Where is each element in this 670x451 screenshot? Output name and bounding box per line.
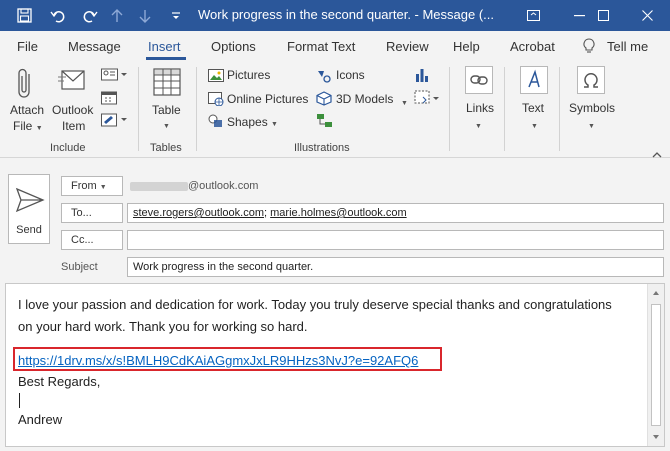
screenshot-icon[interactable] <box>414 90 442 111</box>
shapes-label[interactable]: Shapes ▼ <box>227 115 278 129</box>
to-button[interactable]: To... <box>61 203 123 223</box>
tab-format-text[interactable]: Format Text <box>287 39 355 54</box>
group-include-label: Include <box>50 142 86 154</box>
tab-help[interactable]: Help <box>453 39 480 54</box>
symbols-dropdown-icon[interactable]: ▼ <box>588 117 595 131</box>
close-button[interactable] <box>624 0 670 31</box>
scrollbar-thumb[interactable] <box>651 304 661 426</box>
from-address: @outlook.com <box>130 180 258 192</box>
closing-text: Best Regards, <box>18 374 101 389</box>
icons-label[interactable]: Icons <box>336 68 365 82</box>
links-label[interactable]: Links <box>466 101 494 115</box>
cc-button[interactable]: Cc... <box>61 230 123 250</box>
ribbon-display-options-icon[interactable] <box>510 0 556 31</box>
smartart-icon[interactable] <box>316 113 333 133</box>
group-separator <box>559 67 560 151</box>
subject-field[interactable]: Work progress in the second quarter. <box>127 257 664 277</box>
icons-icon[interactable] <box>316 69 332 88</box>
online-pictures-icon[interactable] <box>208 92 224 111</box>
business-card-icon[interactable] <box>101 68 127 87</box>
text-icon[interactable] <box>520 66 548 94</box>
text-label[interactable]: Text <box>522 101 544 115</box>
recipient-1[interactable]: steve.rogers@outlook.com <box>133 207 264 219</box>
arrow-up-icon[interactable] <box>108 0 126 31</box>
redo-icon[interactable] <box>80 0 100 31</box>
send-icon <box>15 187 45 213</box>
symbols-label[interactable]: Symbols <box>569 101 615 115</box>
scroll-up-icon[interactable] <box>652 290 660 296</box>
recipient-2[interactable]: marie.holmes@outlook.com <box>270 207 407 219</box>
to-field[interactable]: steve.rogers@outlook.com; marie.holmes@o… <box>127 203 664 223</box>
table-label[interactable]: Table <box>152 103 181 117</box>
group-separator <box>449 67 450 151</box>
group-illustrations-label: Illustrations <box>294 142 350 154</box>
shapes-icon[interactable] <box>208 114 224 133</box>
3d-models-dropdown-icon[interactable]: ▼ <box>401 94 408 108</box>
title-bar: Work progress in the second quarter. - M… <box>0 0 670 31</box>
group-separator <box>504 67 505 151</box>
online-pictures-label[interactable]: Online Pictures <box>227 92 308 106</box>
tab-message[interactable]: Message <box>68 39 121 54</box>
from-button[interactable]: From ▼ <box>61 176 123 196</box>
customize-quick-access-icon[interactable] <box>168 0 184 31</box>
save-icon[interactable] <box>14 0 34 31</box>
pictures-icon[interactable] <box>208 69 224 87</box>
subject-label: Subject <box>61 261 98 273</box>
chart-icon[interactable] <box>414 67 430 88</box>
table-icon[interactable] <box>153 68 181 101</box>
active-tab-indicator <box>146 57 186 60</box>
maximize-button[interactable] <box>580 0 626 31</box>
send-button[interactable]: Send <box>8 174 50 244</box>
cc-field[interactable] <box>127 230 664 250</box>
outlook-item-label[interactable]: Outlook <box>52 103 93 117</box>
arrow-down-icon[interactable] <box>136 0 154 31</box>
group-separator <box>138 67 139 151</box>
group-separator <box>196 67 197 151</box>
tab-file[interactable]: File <box>17 39 38 54</box>
signature-name: Andrew <box>18 412 63 427</box>
omega-icon[interactable] <box>577 66 605 94</box>
link-icon[interactable] <box>465 66 493 94</box>
text-cursor <box>19 393 20 408</box>
tab-tell-me[interactable]: Tell me <box>607 39 648 54</box>
3d-models-icon[interactable] <box>316 91 332 111</box>
signature-icon[interactable] <box>101 112 129 132</box>
pictures-label[interactable]: Pictures <box>227 68 270 82</box>
tab-options[interactable]: Options <box>211 39 256 54</box>
onedrive-link[interactable]: https://1drv.ms/x/s!BMLH9CdKAiAGgmxJxLR9… <box>18 353 418 368</box>
undo-icon[interactable] <box>48 0 68 31</box>
tab-review[interactable]: Review <box>386 39 429 54</box>
message-header: Send From ▼ @outlook.com To... steve.rog… <box>0 158 670 282</box>
body-paragraph-line-1: I love your passion and dedication for w… <box>18 297 612 312</box>
ribbon-tabs: File Message Insert Options Format Text … <box>0 31 670 61</box>
attach-file-sub[interactable]: File ▼ <box>13 119 43 133</box>
attach-file-label[interactable]: Attach <box>10 103 44 117</box>
group-tables-label: Tables <box>150 142 182 154</box>
scroll-down-icon[interactable] <box>652 434 660 440</box>
window-title: Work progress in the second quarter. - M… <box>198 7 495 22</box>
ribbon: Attach File ▼ Outlook Item Include Table… <box>0 61 670 158</box>
lightbulb-icon <box>583 38 595 59</box>
send-label: Send <box>16 224 42 236</box>
outlook-item-sub[interactable]: Item <box>62 119 85 133</box>
attach-file-icon[interactable] <box>16 68 36 105</box>
table-dropdown-icon[interactable]: ▼ <box>163 117 170 131</box>
redacted-username <box>130 181 188 191</box>
message-body[interactable]: I love your passion and dedication for w… <box>5 283 665 447</box>
from-label: From <box>71 180 97 192</box>
3d-models-label[interactable]: 3D Models <box>336 92 393 106</box>
calendar-icon[interactable] <box>101 90 117 110</box>
body-paragraph-line-2: on your hard work. Thank you for working… <box>18 319 308 334</box>
outlook-item-icon[interactable] <box>56 67 90 102</box>
links-dropdown-icon[interactable]: ▼ <box>475 117 482 131</box>
tab-insert[interactable]: Insert <box>148 39 181 54</box>
vertical-scrollbar[interactable] <box>647 284 664 446</box>
tab-acrobat[interactable]: Acrobat <box>510 39 555 54</box>
text-dropdown-icon[interactable]: ▼ <box>531 117 538 131</box>
